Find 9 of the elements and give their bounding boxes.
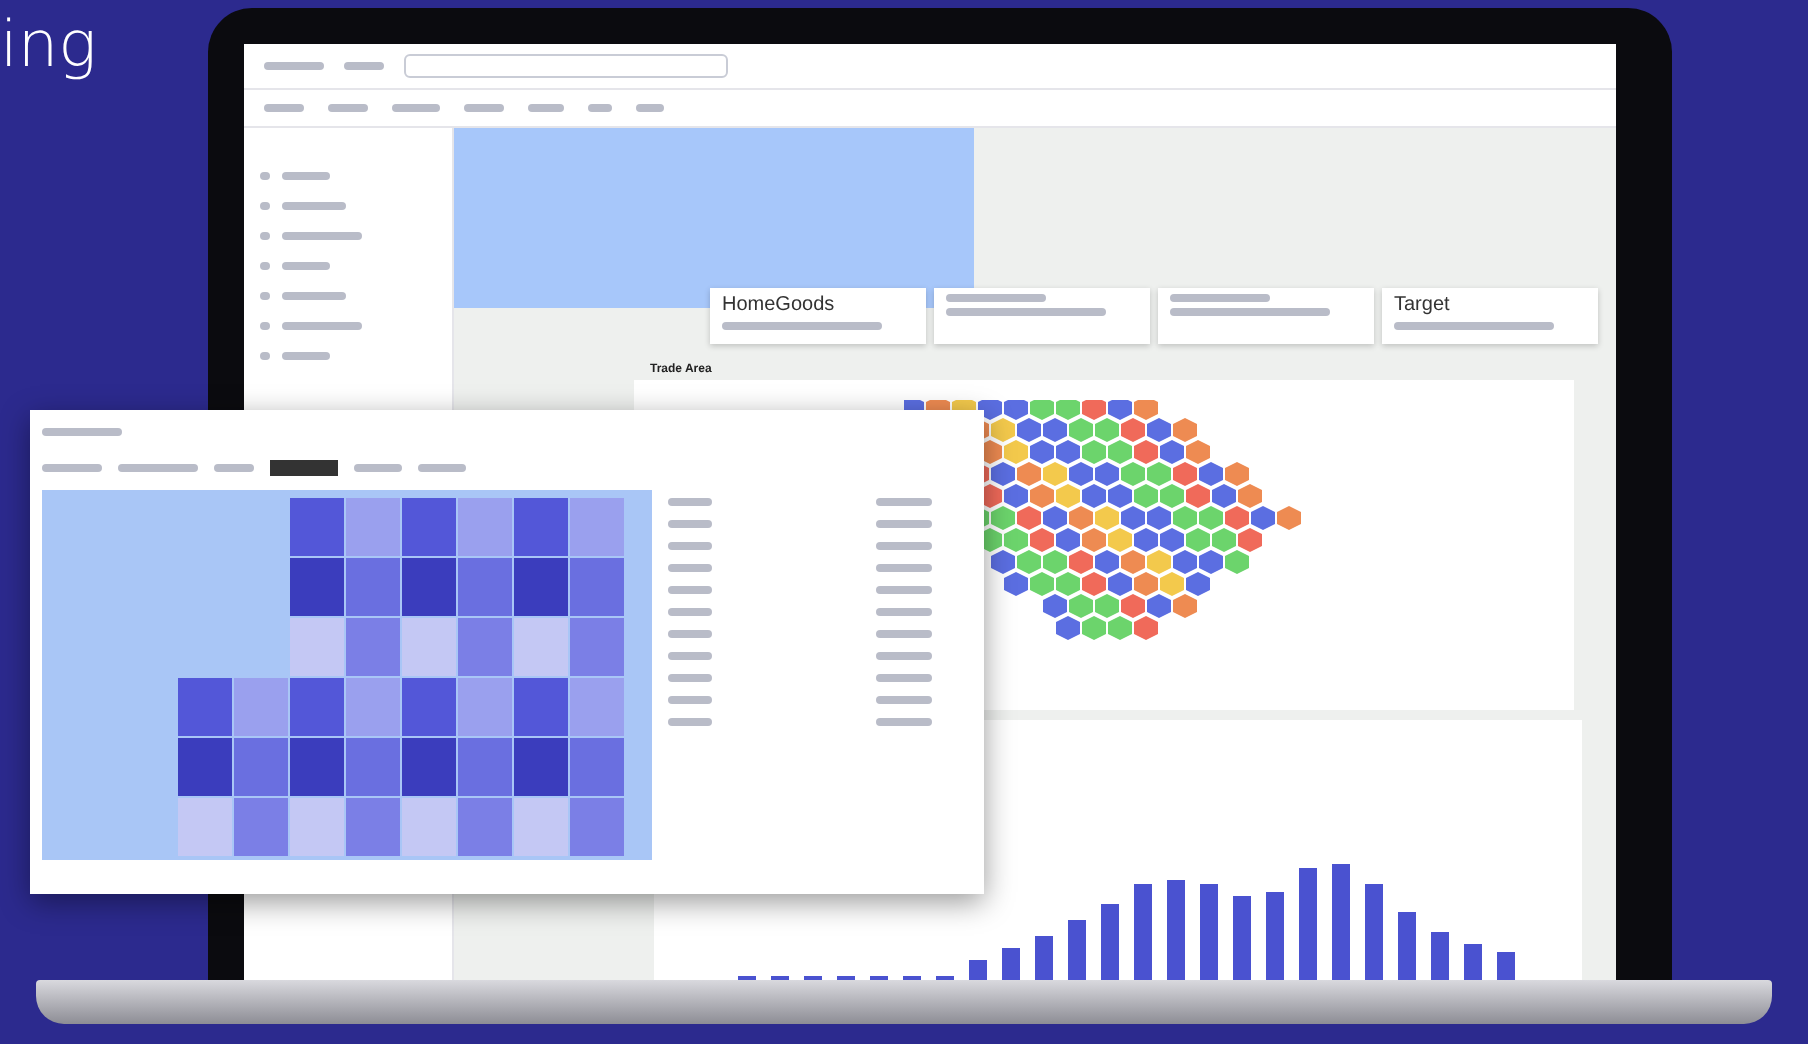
store-name: HomeGoods: [722, 294, 837, 316]
store-card[interactable]: [934, 288, 1150, 344]
store-card[interactable]: [1158, 288, 1374, 344]
search-field[interactable]: [404, 54, 728, 78]
store-name: Target: [1394, 294, 1452, 316]
store-card[interactable]: Target: [1382, 288, 1598, 344]
headline: ing: [0, 4, 97, 84]
toggle-button[interactable]: [270, 460, 338, 476]
store-card[interactable]: HomeGoods: [710, 288, 926, 344]
